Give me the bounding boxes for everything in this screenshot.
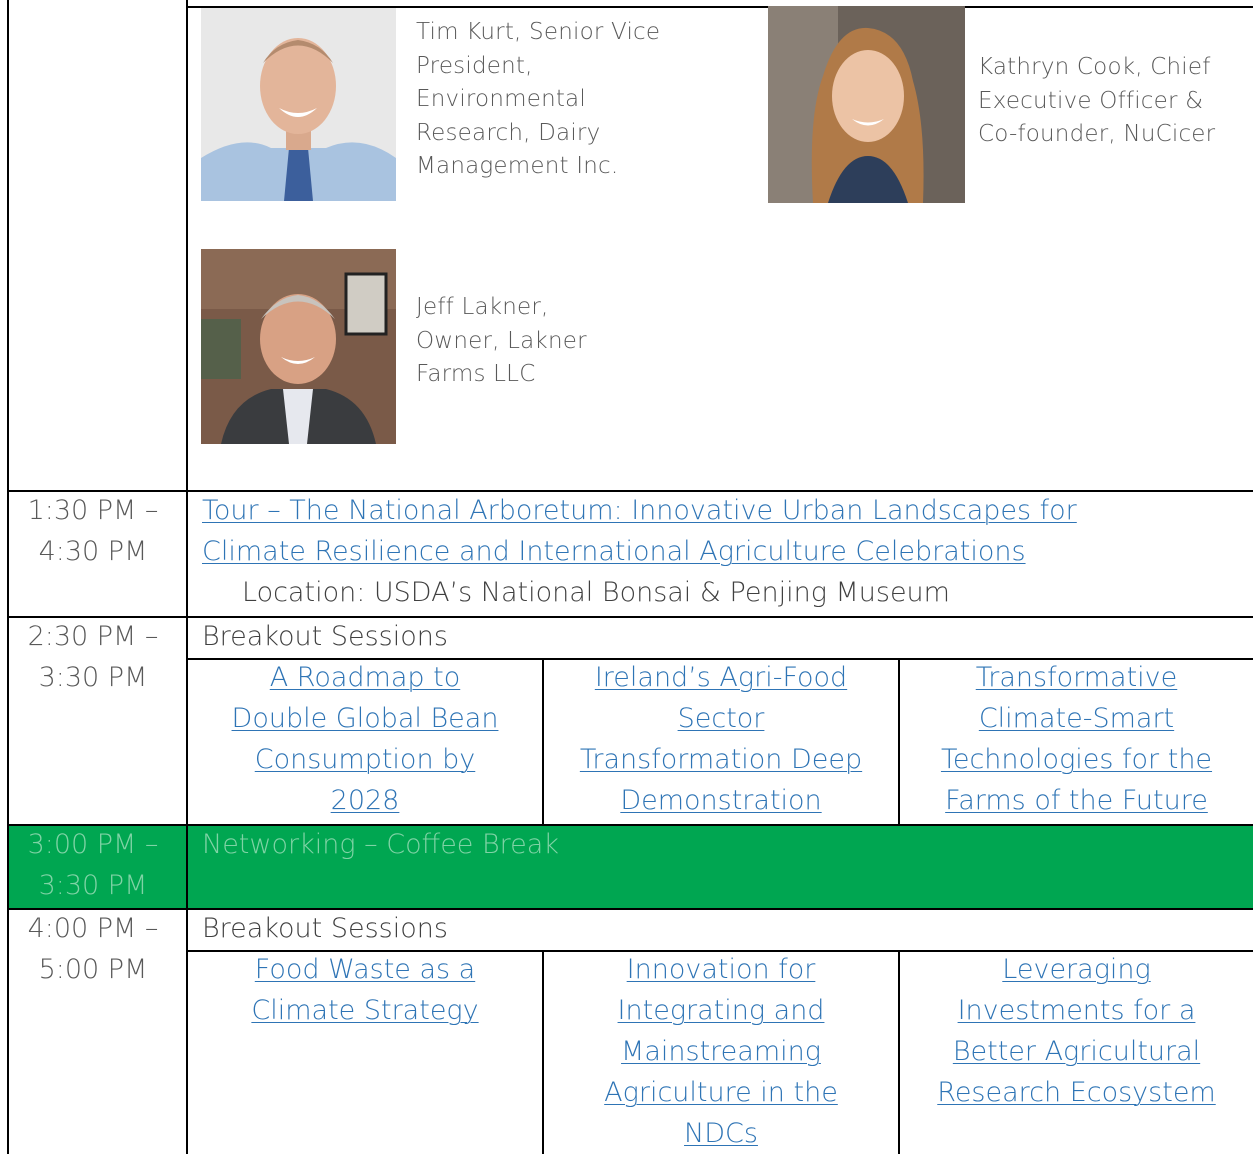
speaker-photo-tim-kurt (201, 8, 396, 201)
session-line[interactable]: Sector (678, 703, 765, 734)
session-line[interactable]: Agriculture in the (604, 1077, 838, 1108)
session-link-climate-smart-tech[interactable]: Transformative Climate-Smart Technologie… (900, 657, 1253, 821)
time-end: 4:30 PM (38, 536, 148, 567)
speaker-bio-tim-kurt: Tim Kurt, Senior Vice President, Environ… (416, 16, 660, 184)
session-line[interactable]: A Roadmap to (270, 662, 460, 693)
session-line[interactable]: Investments for a (958, 995, 1196, 1026)
bio-line: President, (416, 52, 533, 79)
session-line[interactable]: Food Waste as a (255, 954, 475, 985)
session-line[interactable]: Demonstration (620, 785, 821, 816)
session-line[interactable]: Farms of the Future (945, 785, 1208, 816)
time-start: 4:00 PM – (27, 913, 159, 944)
bio-line: Farms LLC (416, 361, 536, 387)
session-line[interactable]: NDCs (684, 1118, 758, 1149)
session-line[interactable]: Transformation Deep (580, 744, 862, 775)
bio-line: Management Inc. (416, 153, 619, 179)
time-end: 3:30 PM (38, 662, 148, 693)
tour-title-link[interactable]: Tour – The National Arboretum: Innovativ… (202, 495, 1077, 526)
session-line[interactable]: Ireland’s Agri-Food (595, 662, 847, 693)
tour-title-link[interactable]: Climate Resilience and International Agr… (202, 536, 1026, 567)
breakout-heading: Breakout Sessions (202, 621, 448, 652)
bio-line: Owner, Lakner (416, 327, 587, 354)
session-link-bean-roadmap[interactable]: A Roadmap to Double Global Bean Consumpt… (188, 657, 542, 821)
time-end: 5:00 PM (38, 954, 148, 985)
bio-line: Executive Officer & (978, 87, 1204, 114)
row-divider (7, 908, 1253, 910)
time-end: 3:30 PM (38, 870, 148, 901)
time-slot: 3:00 PM – 3:30 PM (0, 824, 186, 906)
networking-title: Networking – Coffee Break (202, 829, 559, 860)
session-line[interactable]: Double Global Bean (232, 703, 499, 734)
session-line[interactable]: Consumption by (255, 744, 476, 775)
bio-line: Research, Dairy (416, 119, 601, 146)
session-link-ndcs-innovation[interactable]: Innovation for Integrating and Mainstrea… (544, 949, 898, 1154)
breakout-heading: Breakout Sessions (202, 913, 448, 944)
session-line[interactable]: Climate Strategy (251, 995, 478, 1026)
row-divider (7, 616, 1253, 618)
time-start: 3:00 PM – (27, 829, 159, 860)
session-line[interactable]: 2028 (331, 785, 400, 816)
tour-location: Location: USDA’s National Bonsai & Penji… (242, 577, 950, 608)
session-line[interactable]: Integrating and (618, 995, 825, 1026)
time-slot: 2:30 PM – 3:30 PM (0, 616, 186, 698)
session-line[interactable]: Technologies for the (941, 744, 1212, 775)
time-slot: 4:00 PM – 5:00 PM (0, 908, 186, 990)
bio-line: Jeff Lakner, (416, 294, 549, 320)
bio-line: Co-founder, NuCicer (978, 121, 1216, 147)
session-line[interactable]: Climate-Smart (979, 703, 1174, 734)
time-slot: 1:30 PM – 4:30 PM (0, 490, 186, 572)
speaker-photo-kathryn-cook (768, 6, 965, 203)
session-line[interactable]: Innovation for (627, 954, 816, 985)
session-line[interactable]: Transformative (976, 662, 1178, 693)
session-line[interactable]: Better Agricultural (953, 1036, 1200, 1067)
bio-line: Kathryn Cook, Chief (978, 54, 1211, 80)
speaker-bio-kathryn-cook: Kathryn Cook, Chief Executive Officer & … (978, 51, 1215, 152)
bio-line: Tim Kurt, Senior Vice (416, 19, 661, 45)
time-start: 1:30 PM – (27, 495, 159, 526)
tour-session: Tour – The National Arboretum: Innovativ… (202, 490, 1252, 613)
speaker-bio-jeff-lakner: Jeff Lakner, Owner, Lakner Farms LLC (416, 291, 587, 392)
session-line[interactable]: Research Ecosystem (937, 1077, 1215, 1108)
session-link-food-waste[interactable]: Food Waste as a Climate Strategy (188, 949, 542, 1031)
session-line[interactable]: Mainstreaming (621, 1036, 821, 1067)
session-link-research-ecosystem[interactable]: Leveraging Investments for a Better Agri… (900, 949, 1253, 1113)
session-link-ireland-agrifood[interactable]: Ireland’s Agri-Food Sector Transformatio… (544, 657, 898, 821)
time-start: 2:30 PM – (27, 621, 159, 652)
session-line[interactable]: Leveraging (1002, 954, 1150, 985)
speaker-photo-jeff-lakner (201, 249, 396, 444)
bio-line: Environmental (416, 86, 586, 112)
